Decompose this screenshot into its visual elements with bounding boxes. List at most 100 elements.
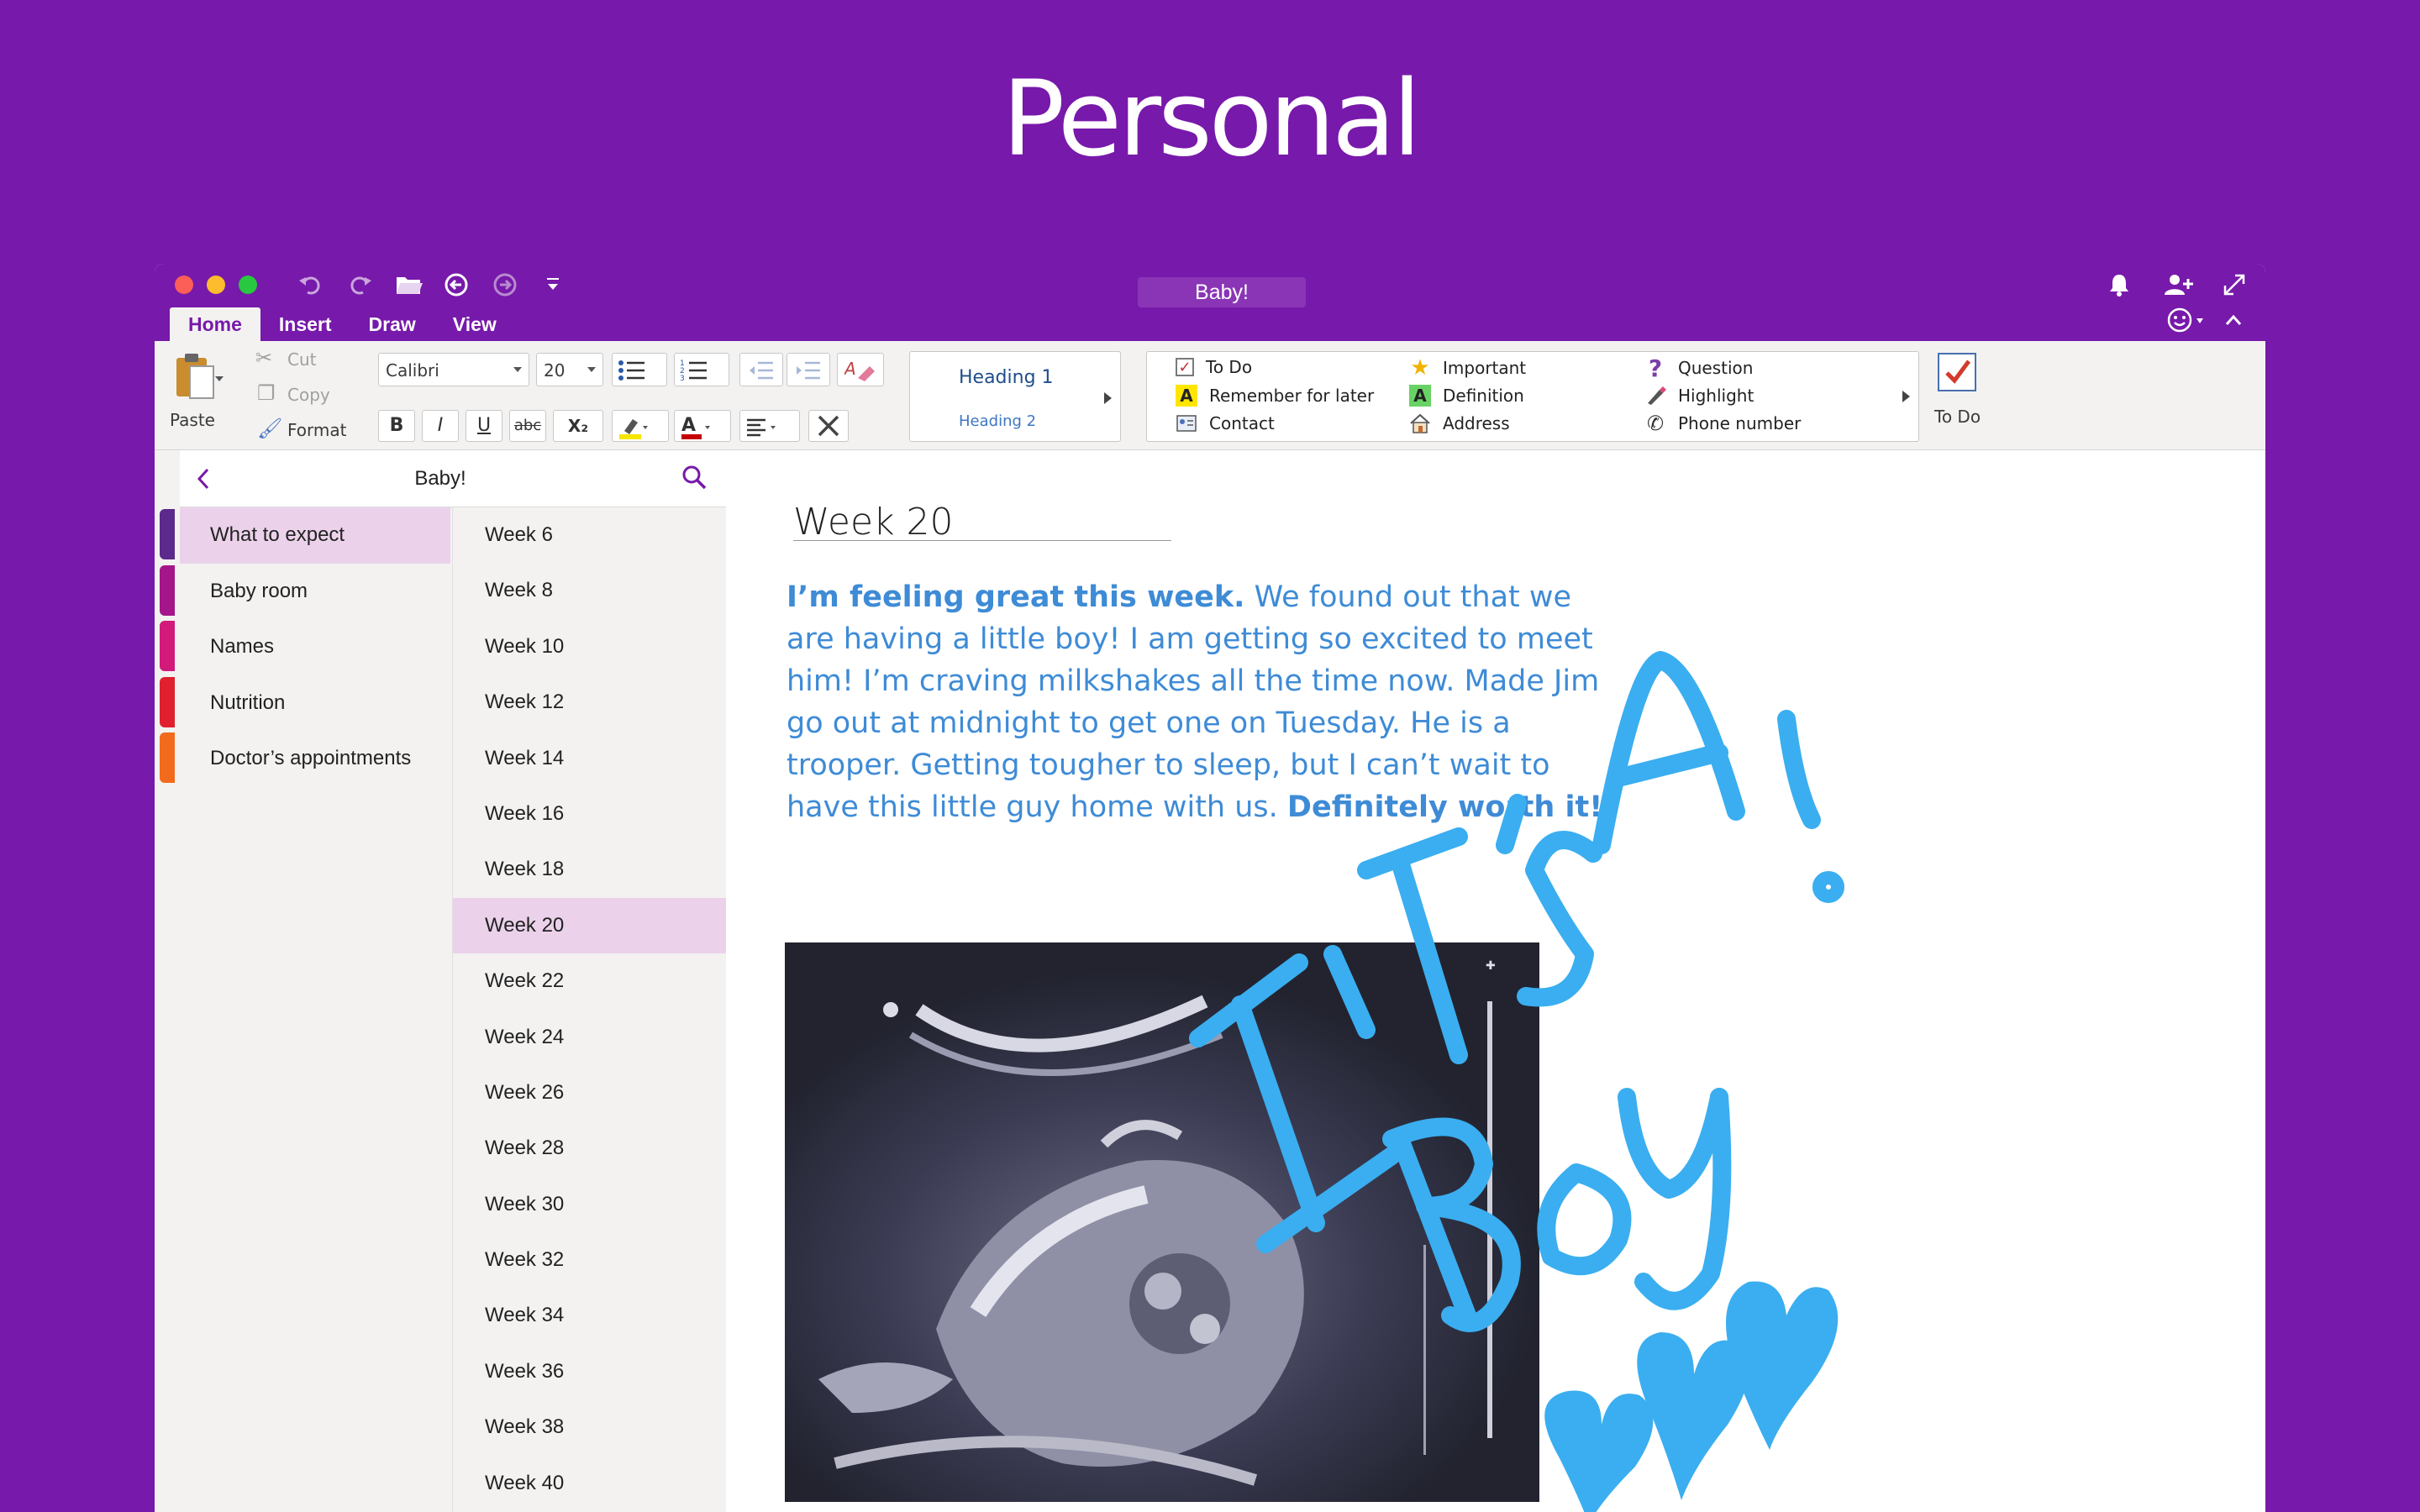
page-item[interactable]: Week 10 xyxy=(453,619,726,675)
decrease-indent-button[interactable] xyxy=(739,353,783,386)
window-title: Baby! xyxy=(1138,277,1306,307)
section-names[interactable]: Names xyxy=(180,619,450,675)
notebook-header: Baby! xyxy=(180,450,726,507)
strikethrough-button[interactable]: abc xyxy=(509,410,546,442)
search-icon[interactable] xyxy=(681,464,708,495)
page-item[interactable]: Week 32 xyxy=(453,1232,726,1288)
section-tab-color-2[interactable] xyxy=(160,621,175,671)
ribbon-home: Paste ✂ Cut ❐ Copy 🖌 Format Calibri 20 1… xyxy=(155,341,2265,450)
tag-address[interactable]: Address xyxy=(1409,412,1510,434)
page-item[interactable]: Week 26 xyxy=(453,1065,726,1121)
increase-indent-button[interactable] xyxy=(786,353,830,386)
italic-button[interactable]: I xyxy=(422,410,459,442)
gallery-more-icon[interactable] xyxy=(1104,392,1112,404)
section-tab-color-0[interactable] xyxy=(160,509,175,559)
page-item[interactable]: Week 6 xyxy=(453,507,726,563)
copy-icon: ❐ xyxy=(257,382,276,405)
scissors-icon: ✂ xyxy=(255,347,273,370)
todo-button-label: To Do xyxy=(1934,407,1981,427)
tag-remember-for-later[interactable]: A Remember for later xyxy=(1176,385,1374,407)
cut-label: Cut xyxy=(287,349,317,370)
tag-definition[interactable]: A Definition xyxy=(1409,385,1524,407)
tab-view[interactable]: View xyxy=(434,307,515,341)
undo-icon[interactable] xyxy=(297,272,324,297)
font-name-select[interactable]: Calibri xyxy=(378,353,529,386)
notifications-icon[interactable] xyxy=(2107,272,2131,303)
todo-tag-button[interactable]: To Do xyxy=(1928,353,1986,437)
share-icon[interactable] xyxy=(2163,272,2193,303)
zoom-window-button[interactable] xyxy=(239,276,257,294)
page-item[interactable]: Week 30 xyxy=(453,1177,726,1232)
page-item[interactable]: Week 22 xyxy=(453,953,726,1009)
underline-button[interactable]: U xyxy=(466,410,502,442)
tag-contact[interactable]: Contact xyxy=(1176,412,1275,434)
paste-button[interactable]: Paste xyxy=(170,351,230,435)
bullets-button[interactable] xyxy=(612,353,667,386)
section-what-to-expect[interactable]: What to expect xyxy=(180,507,450,564)
ink-annotation-its-a-boy[interactable] xyxy=(728,450,2265,1512)
page-item[interactable]: Week 28 xyxy=(453,1121,726,1176)
clear-formatting-button[interactable]: A xyxy=(837,353,884,386)
tag-todo[interactable]: ✓ To Do xyxy=(1176,357,1252,377)
collapse-ribbon-icon[interactable] xyxy=(2223,307,2244,339)
paste-dropdown-icon[interactable] xyxy=(215,376,224,381)
font-size-select[interactable]: 20 xyxy=(536,353,603,386)
paragraph-align-button[interactable] xyxy=(739,410,800,442)
minimize-window-button[interactable] xyxy=(207,276,225,294)
subscript-button[interactable]: X₂ xyxy=(553,410,603,442)
feedback-smiley-icon[interactable] xyxy=(2166,306,2208,340)
page-item[interactable]: Week 24 xyxy=(453,1010,726,1065)
tags-gallery: ✓ To Do A Remember for later Contact ★ Impo… xyxy=(1146,351,1919,442)
page-item[interactable]: Week 34 xyxy=(453,1288,726,1343)
font-color-button[interactable]: A xyxy=(674,410,731,442)
highlight-color-button[interactable] xyxy=(612,410,669,442)
style-heading-1[interactable]: Heading 1 xyxy=(959,367,1054,388)
tag-phone-number[interactable]: ✆ Phone number xyxy=(1644,412,1801,435)
section-doctors-appointments[interactable]: Doctor’s appointments xyxy=(180,731,450,787)
tab-insert[interactable]: Insert xyxy=(260,307,350,341)
page-item[interactable]: Week 20 xyxy=(453,897,726,954)
section-list: What to expect Baby room Names Nutrition… xyxy=(180,507,450,1512)
navigation-pane: Baby! What to expect Baby room Names Nut… xyxy=(155,450,726,1512)
customize-toolbar-icon[interactable] xyxy=(544,272,561,297)
back-icon[interactable] xyxy=(444,272,469,297)
open-folder-icon[interactable] xyxy=(395,272,424,297)
page-item[interactable]: Week 38 xyxy=(453,1399,726,1455)
page-item[interactable]: Week 16 xyxy=(453,786,726,842)
section-baby-room[interactable]: Baby room xyxy=(180,564,450,620)
page-item[interactable]: Week 40 xyxy=(453,1456,726,1511)
definition-a-icon: A xyxy=(1409,385,1431,407)
notebook-title: Baby! xyxy=(414,467,466,490)
hero-title: Personal xyxy=(1002,59,1421,180)
page-item[interactable]: Week 18 xyxy=(453,842,726,897)
tab-home[interactable]: Home xyxy=(170,307,260,341)
section-nutrition[interactable]: Nutrition xyxy=(180,675,450,732)
page-canvas[interactable]: Week 20 I’m feeling great this week. We … xyxy=(728,450,2265,1512)
section-tab-color-1[interactable] xyxy=(160,564,175,616)
delete-button[interactable] xyxy=(808,410,849,442)
fullscreen-icon[interactable] xyxy=(2222,272,2247,303)
numbering-button[interactable]: 123 xyxy=(674,353,729,386)
bold-button[interactable]: B xyxy=(378,410,415,442)
style-heading-2[interactable]: Heading 2 xyxy=(959,412,1036,430)
redo-icon[interactable] xyxy=(346,272,373,297)
tag-important[interactable]: ★ Important xyxy=(1409,355,1526,381)
tag-highlight[interactable]: Highlight xyxy=(1644,385,1754,407)
tab-draw[interactable]: Draw xyxy=(350,307,434,341)
paintbrush-icon: 🖌 xyxy=(257,417,283,440)
page-item[interactable]: Week 14 xyxy=(453,731,726,786)
close-window-button[interactable] xyxy=(175,276,193,294)
page-item[interactable]: Week 8 xyxy=(453,563,726,618)
forward-icon[interactable] xyxy=(492,272,518,297)
tag-question[interactable]: ? Question xyxy=(1644,354,1754,382)
section-tab-color-3[interactable] xyxy=(160,676,175,727)
tags-more-icon[interactable] xyxy=(1902,391,1910,402)
bullet-list-icon xyxy=(618,360,644,381)
star-icon: ★ xyxy=(1410,355,1430,381)
section-tab-color-4[interactable] xyxy=(160,732,175,783)
page-item[interactable]: Week 36 xyxy=(453,1344,726,1399)
ribbon-tabs: Home Insert Draw View xyxy=(170,307,515,341)
page-item[interactable]: Week 12 xyxy=(453,675,726,730)
styles-gallery[interactable]: Heading 1 Heading 2 xyxy=(909,351,1121,442)
checkbox-checked-icon xyxy=(1938,353,1976,391)
